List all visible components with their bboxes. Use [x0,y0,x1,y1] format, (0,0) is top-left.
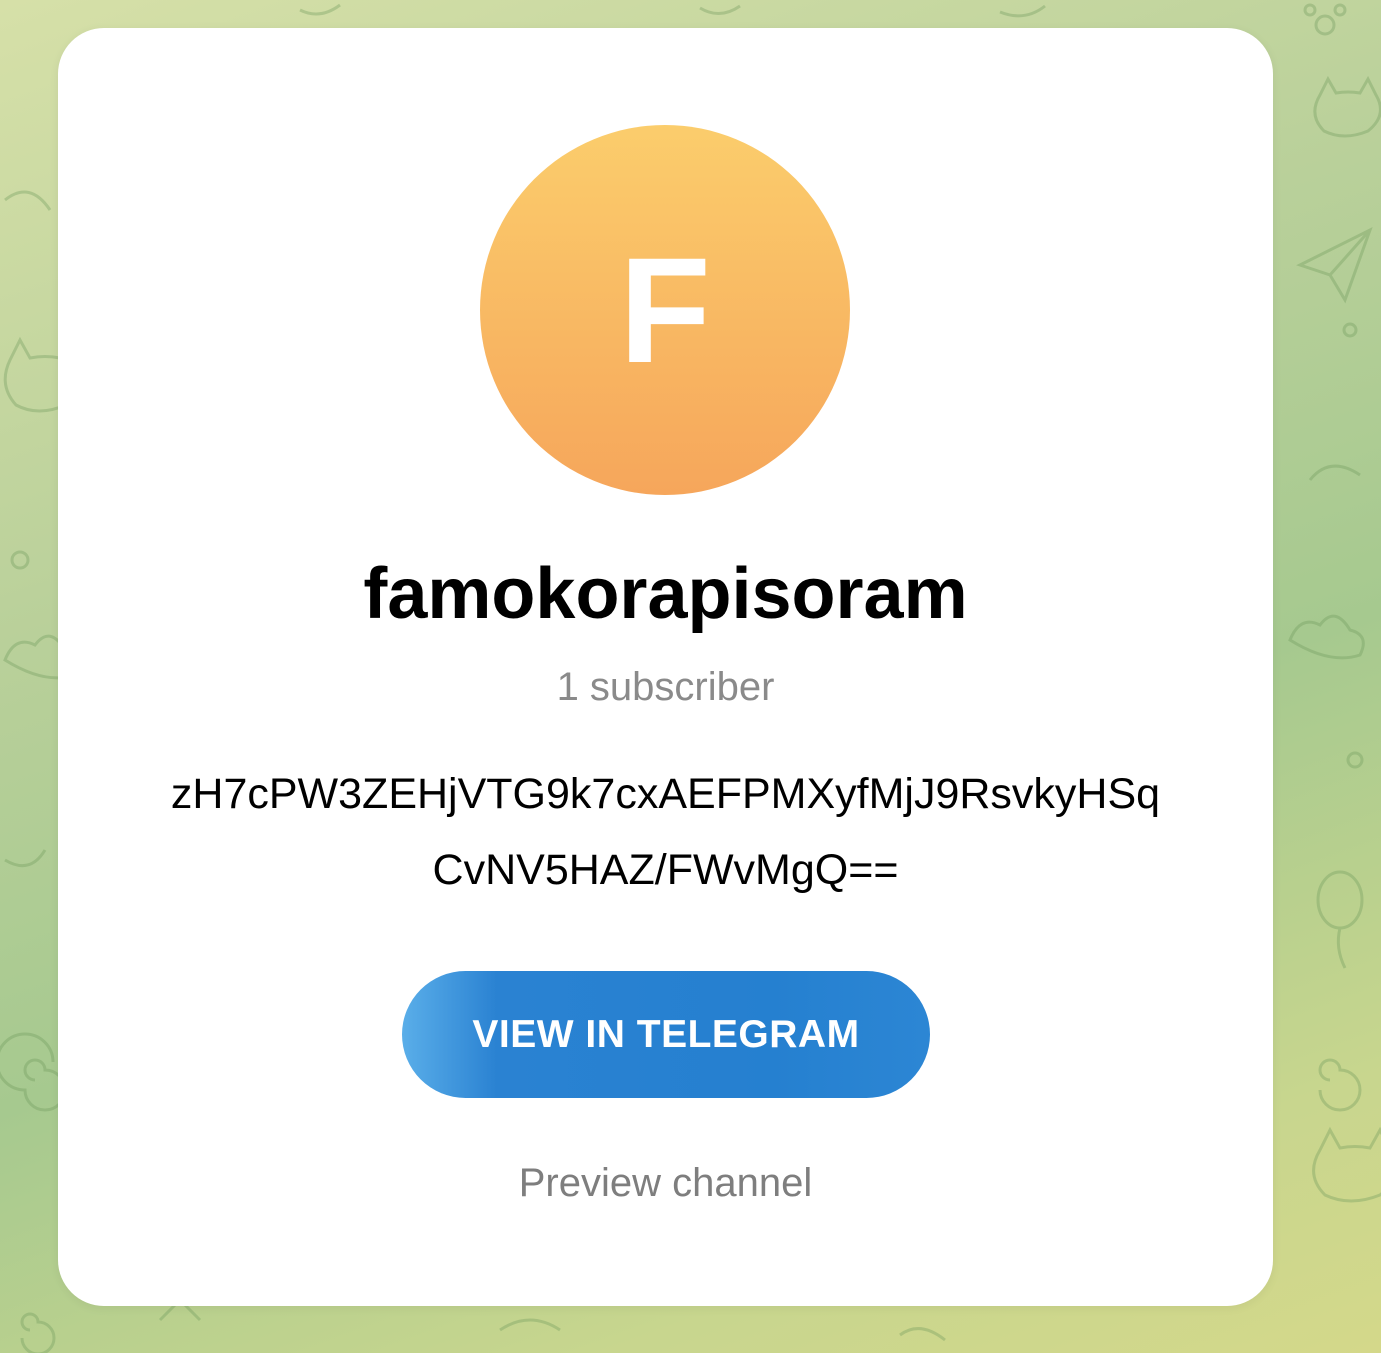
description-line-2: CvNV5HAZ/FWvMgQ== [432,846,899,894]
channel-title: famokorapisoram [363,554,968,634]
channel-card: F famokorapisoram 1 subscriber zH7cPW3ZE… [58,28,1273,1306]
description-line-1: zH7cPW3ZEHjVTG9k7cxAEFPMXyfMjJ9RsvkyHSq [170,770,1161,818]
paper-plane-icon [1296,226,1373,304]
channel-description: zH7cPW3ZEHjVTG9k7cxAEFPMXyfMjJ9RsvkyHSq … [98,756,1233,908]
avatar-letter: F [619,226,711,394]
channel-avatar: F [480,125,850,495]
preview-channel-link[interactable]: Preview channel [58,1158,1273,1208]
balloon-icon [1316,870,1364,969]
subscriber-count: 1 subscriber [556,665,775,709]
view-in-telegram-button[interactable]: VIEW IN TELEGRAM [402,971,930,1098]
paw-icon [1303,3,1347,36]
